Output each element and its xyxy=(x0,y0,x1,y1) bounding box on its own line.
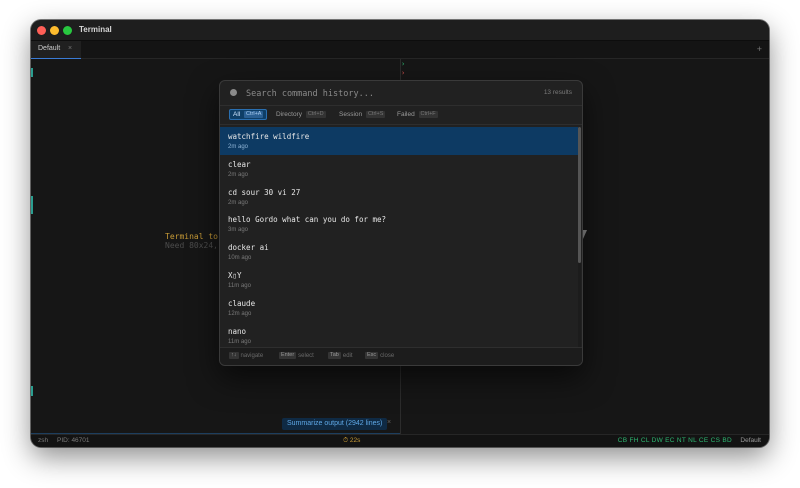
history-item[interactable]: claude 12m ago xyxy=(220,294,578,322)
line-marker xyxy=(31,386,33,396)
line-marker xyxy=(31,196,33,214)
history-time: 10m ago xyxy=(228,255,252,262)
history-time: 2m ago xyxy=(228,144,249,150)
elapsed-timer: ⏱ 22s xyxy=(343,437,361,444)
filter-tab-label: All xyxy=(233,111,241,118)
history-item[interactable]: watchfire wildfire 2m ago xyxy=(220,127,578,155)
history-time: 2m ago xyxy=(228,171,249,178)
filter-tab-directory[interactable]: Directory Ctrl+D xyxy=(273,109,329,120)
filter-tab-session[interactable]: Session Ctrl+S xyxy=(336,109,388,120)
tab-label: Default xyxy=(38,45,61,52)
history-time: 12m ago xyxy=(228,310,252,317)
keyboard-hints: ↑↓ navigate Enter select Tab edit Esc close xyxy=(220,347,582,365)
filter-tabs: All Ctrl+A Directory Ctrl+D Session Ctrl… xyxy=(220,105,582,125)
history-item[interactable]: nano 11m ago xyxy=(220,322,578,347)
hint-key: Enter xyxy=(279,351,297,359)
shortcut-badge: Ctrl+A xyxy=(244,110,264,118)
tab-bar: Default × + xyxy=(31,41,769,59)
history-command: clear xyxy=(228,159,251,169)
hint-action: select xyxy=(298,353,314,359)
status-flags: CB FH CL DW EC NT NL CE CS BD xyxy=(617,437,732,444)
hint-key: Tab xyxy=(328,351,341,359)
history-item[interactable]: cd sour 30 vi 27 2m ago xyxy=(220,183,578,211)
history-command: cd sour 30 vi 27 xyxy=(228,187,301,197)
prompt-success-icon: › xyxy=(401,60,406,68)
history-time: 3m ago xyxy=(228,227,249,234)
new-tab-button[interactable]: + xyxy=(757,44,762,54)
history-search-input[interactable] xyxy=(244,86,518,102)
shortcut-badge: Ctrl+S xyxy=(365,110,386,118)
filter-tab-failed[interactable]: Failed Ctrl+F xyxy=(394,109,441,120)
zoom-window-button[interactable] xyxy=(63,26,72,35)
hint-action: navigate xyxy=(240,353,264,359)
history-command: nano xyxy=(228,326,247,336)
filter-tab-label: Session xyxy=(339,111,363,118)
history-command: watchfire wildfire xyxy=(228,132,310,141)
minimize-window-button[interactable] xyxy=(50,26,59,35)
prompt-error-icon: › xyxy=(401,69,406,77)
hint-key: Esc xyxy=(365,351,379,359)
filter-tab-label: Failed xyxy=(397,111,415,118)
history-item[interactable]: X▯Y 11m ago xyxy=(220,266,578,294)
hint-action: close xyxy=(380,353,395,359)
history-item[interactable]: clear 2m ago xyxy=(220,155,578,183)
history-command: hello Gordo what can you do for me? xyxy=(228,215,387,225)
history-command: X▯Y xyxy=(228,270,242,280)
line-marker xyxy=(31,68,33,77)
status-bar: zsh PID: 46701 ⏱ 22s CB FH CL DW EC NT N… xyxy=(31,434,769,447)
summarize-close-icon[interactable]: × xyxy=(387,419,391,426)
filter-tab-label: Directory xyxy=(276,111,303,118)
history-time: 11m ago xyxy=(228,338,251,345)
history-list: watchfire wildfire 2m ago clear 2m ago c… xyxy=(220,127,578,347)
search-row: 13 results xyxy=(220,81,582,106)
tab-close-icon[interactable]: × xyxy=(68,45,72,52)
history-time: 2m ago xyxy=(228,199,249,206)
hint-close: Esc close xyxy=(365,348,394,365)
shortcut-badge: Ctrl+F xyxy=(418,110,438,118)
history-item[interactable]: docker ai 10m ago xyxy=(220,238,578,266)
tab-default[interactable]: Default × xyxy=(31,41,81,59)
profile-name[interactable]: Default xyxy=(740,435,761,447)
shortcut-badge: Ctrl+D xyxy=(305,110,326,118)
history-time: 11m ago xyxy=(228,282,251,289)
hint-select: Enter select xyxy=(279,348,314,365)
shell-name: zsh xyxy=(38,437,49,444)
search-icon xyxy=(230,89,237,96)
summarize-output-button[interactable]: Summarize output (2942 lines) xyxy=(282,418,388,430)
hint-navigate: ↑↓ navigate xyxy=(229,348,263,365)
hint-edit: Tab edit xyxy=(328,348,353,365)
history-command: docker ai xyxy=(228,243,269,253)
history-item[interactable]: hello Gordo what can you do for me? 3m a… xyxy=(220,210,578,238)
filter-tab-all[interactable]: All Ctrl+A xyxy=(229,109,268,120)
close-window-button[interactable] xyxy=(37,26,46,35)
process-id: PID: 46701 xyxy=(57,437,90,444)
command-history-palette: 13 results All Ctrl+A Directory Ctrl+D S… xyxy=(219,80,583,366)
history-command: claude xyxy=(228,298,256,308)
hint-action: edit xyxy=(342,353,353,359)
results-count: 13 results xyxy=(543,89,572,96)
hint-key: ↑↓ xyxy=(229,351,239,359)
title-bar: Terminal xyxy=(31,20,769,41)
window-title: Terminal xyxy=(79,25,112,34)
scrollbar-thumb[interactable] xyxy=(578,127,581,263)
